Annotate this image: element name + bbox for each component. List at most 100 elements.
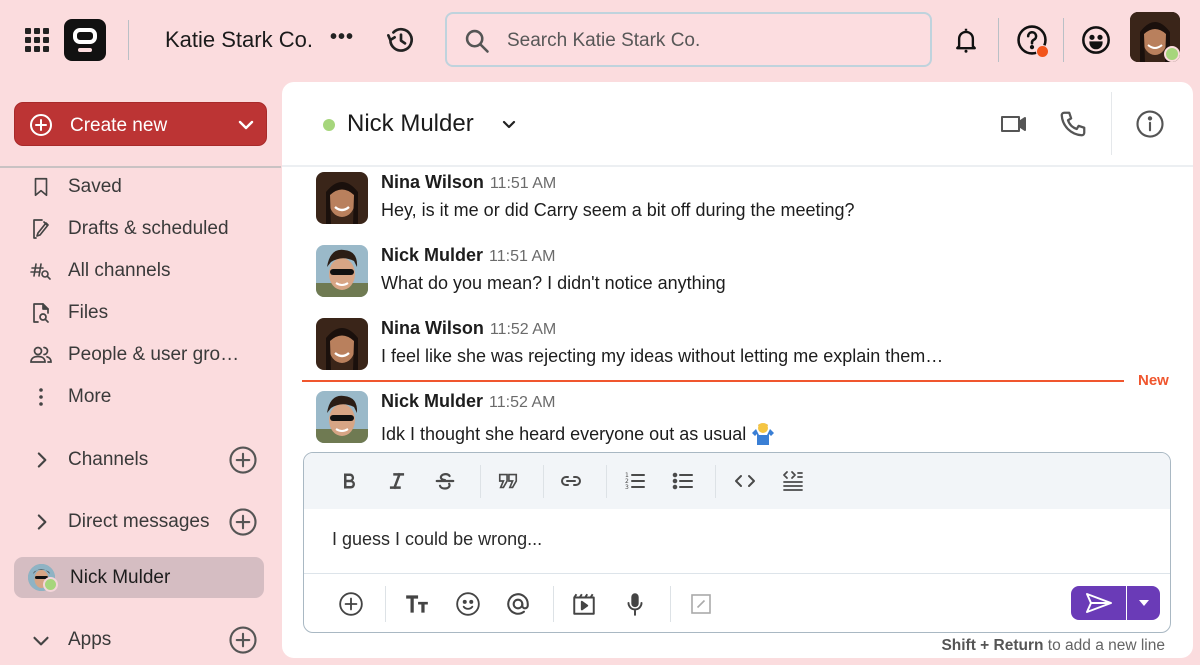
- sidebar-section-direct-messages[interactable]: Direct messages: [28, 505, 258, 539]
- microphone-icon: [627, 593, 643, 616]
- avatar[interactable]: [316, 172, 368, 224]
- chat-contact-name[interactable]: Nick Mulder: [347, 110, 474, 138]
- sidebar-item-label: Saved: [68, 176, 122, 197]
- code-block-button[interactable]: [779, 467, 807, 495]
- message-item: Nick Mulder 11:52 AM Idk I thought she he…: [316, 391, 1176, 451]
- online-status-indicator: [43, 577, 58, 592]
- sidebar-item-label: More: [68, 386, 112, 407]
- slash-command-button[interactable]: [686, 589, 716, 619]
- sidebar-item-files[interactable]: Files: [28, 296, 278, 330]
- divider: [553, 586, 554, 622]
- message-author[interactable]: Nick Mulder 11:51 AM: [381, 245, 555, 266]
- caret-down-icon: [1138, 600, 1149, 606]
- new-messages-label: New: [1138, 372, 1169, 389]
- message-author[interactable]: Nina Wilson 11:51 AM: [381, 172, 556, 193]
- status-emoji-icon[interactable]: [1080, 24, 1112, 56]
- sidebar-item-label: Drafts & scheduled: [68, 218, 229, 239]
- bulleted-list-button[interactable]: [669, 467, 697, 495]
- send-button[interactable]: [1071, 586, 1126, 620]
- sidebar-item-people[interactable]: People & user gro…: [28, 338, 278, 372]
- section-label: Apps: [68, 629, 112, 650]
- message-input[interactable]: I guess I could be wrong...: [332, 529, 542, 550]
- emoji-button[interactable]: [453, 589, 483, 619]
- text-format-button[interactable]: [402, 589, 432, 619]
- voice-message-button[interactable]: [620, 589, 650, 619]
- code-icon: [735, 475, 755, 487]
- sidebar-section-channels[interactable]: Channels: [28, 443, 258, 477]
- send-icon: [1085, 593, 1112, 613]
- video-clip-icon: [573, 593, 595, 615]
- bold-icon: [344, 473, 355, 489]
- workspace-name[interactable]: Katie Stark Co.: [165, 27, 313, 53]
- workspace-more-icon[interactable]: •••: [330, 26, 354, 49]
- create-new-button[interactable]: Create new: [14, 102, 267, 146]
- add-app-icon[interactable]: [228, 625, 258, 655]
- message-timestamp: 11:52 AM: [489, 394, 556, 411]
- message-text: Hey, is it me or did Carry seem a bit of…: [381, 200, 855, 220]
- divider: [1111, 92, 1112, 155]
- quote-icon: [498, 473, 518, 489]
- slash-command-icon: [691, 594, 711, 614]
- person-shrugging-emoji: [752, 423, 775, 445]
- notification-badge: [1036, 45, 1049, 58]
- app-logo[interactable]: [64, 19, 106, 61]
- message-text: What do you mean? I didn't notice anythi…: [381, 273, 726, 293]
- divider: [128, 20, 129, 60]
- sidebar-item-drafts[interactable]: Drafts & scheduled: [28, 212, 278, 246]
- history-icon[interactable]: [385, 24, 417, 56]
- send-options-button[interactable]: [1127, 586, 1160, 620]
- divider: [480, 465, 481, 498]
- chevron-right-icon: [37, 514, 47, 530]
- message-item: Nina Wilson 11:52 AM I feel like she was …: [316, 318, 1176, 378]
- channel-search-icon: [30, 263, 51, 280]
- code-button[interactable]: [731, 467, 759, 495]
- people-icon: [30, 346, 52, 363]
- message-author[interactable]: Nina Wilson 11:52 AM: [381, 318, 556, 339]
- sidebar-item-label: All channels: [68, 260, 171, 281]
- sidebar-item-more[interactable]: More: [28, 380, 278, 414]
- dm-item-nick-mulder[interactable]: Nick Mulder: [14, 557, 264, 598]
- sidebar-section-apps[interactable]: Apps: [28, 623, 258, 657]
- message-timestamp: 11:51 AM: [489, 175, 557, 192]
- search-placeholder: Search Katie Stark Co.: [507, 30, 701, 51]
- video-call-icon[interactable]: [1000, 112, 1028, 136]
- chevron-down-icon: [33, 636, 49, 646]
- sidebar-item-label: Files: [68, 302, 109, 323]
- quote-button[interactable]: [494, 467, 522, 495]
- chevron-down-icon[interactable]: [500, 118, 518, 132]
- italic-button[interactable]: [383, 467, 411, 495]
- code-block-icon: [783, 471, 803, 491]
- mention-button[interactable]: [503, 589, 533, 619]
- create-new-label: Create new: [70, 115, 168, 136]
- numbered-list-button[interactable]: 123: [621, 467, 649, 495]
- search-input[interactable]: Search Katie Stark Co.: [445, 12, 932, 67]
- video-clip-button[interactable]: [569, 589, 599, 619]
- message-author[interactable]: Nick Mulder 11:52 AM: [381, 391, 555, 412]
- info-icon[interactable]: [1135, 109, 1165, 139]
- bold-button[interactable]: [335, 467, 363, 495]
- divider: [606, 465, 607, 498]
- online-status-indicator: [323, 119, 335, 131]
- app-grid-icon[interactable]: [25, 28, 49, 52]
- sidebar-item-saved[interactable]: Saved: [28, 170, 278, 204]
- phone-call-icon[interactable]: [1058, 109, 1088, 139]
- link-button[interactable]: [557, 467, 585, 495]
- formatting-toolbar: 123: [304, 453, 1170, 509]
- emoji-icon: [456, 592, 480, 616]
- add-channel-icon[interactable]: [228, 445, 258, 475]
- avatar[interactable]: [316, 318, 368, 370]
- avatar[interactable]: [316, 391, 368, 443]
- search-icon: [465, 29, 489, 53]
- bell-icon[interactable]: [951, 24, 981, 56]
- avatar[interactable]: [316, 245, 368, 297]
- add-direct-message-icon[interactable]: [228, 507, 258, 537]
- section-label: Channels: [68, 449, 149, 470]
- online-status-indicator: [1164, 46, 1180, 62]
- message-item: Nick Mulder 11:51 AM What do you mean? I …: [316, 245, 1176, 305]
- strikethrough-button[interactable]: [431, 467, 459, 495]
- draft-edit-icon: [33, 219, 49, 239]
- attach-button[interactable]: [336, 589, 366, 619]
- sidebar-item-all-channels[interactable]: All channels: [28, 254, 278, 288]
- italic-icon: [389, 472, 405, 490]
- top-bar: Katie Stark Co. ••• Search Katie Stark C…: [0, 0, 1200, 80]
